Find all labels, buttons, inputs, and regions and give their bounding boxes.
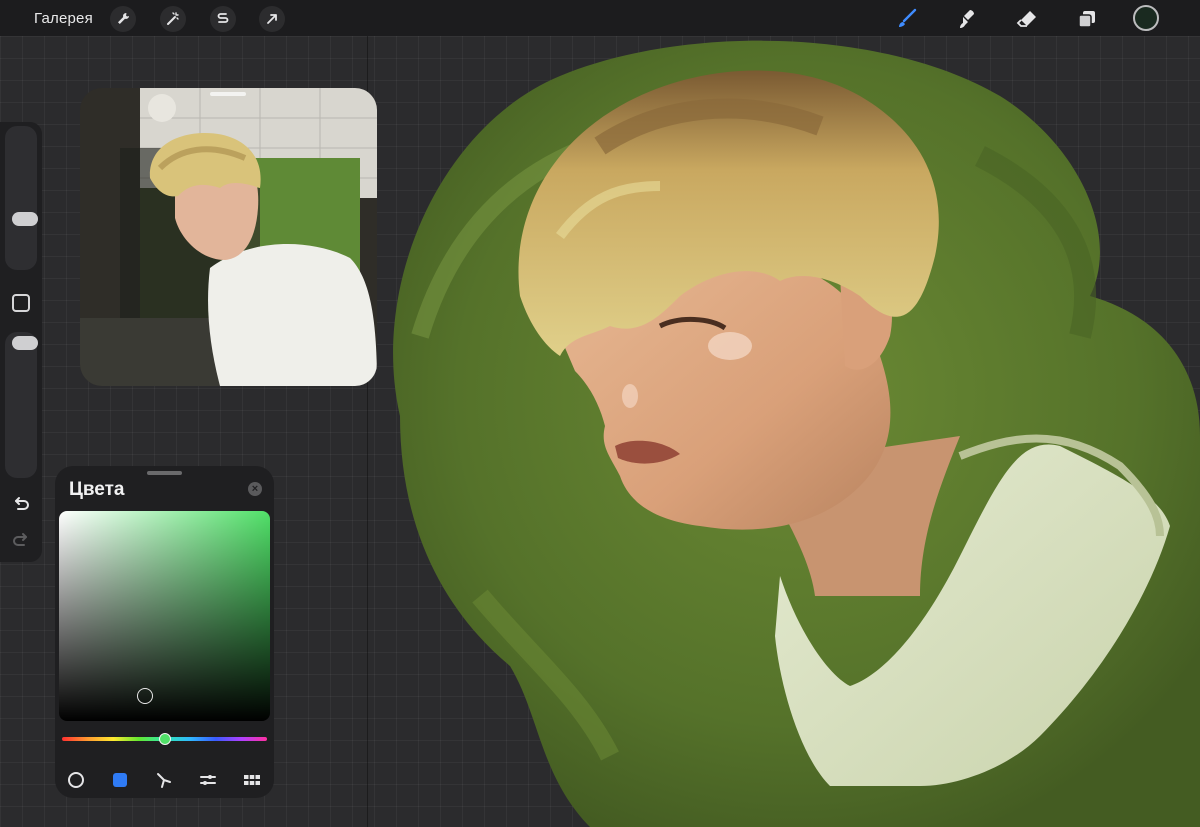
color-picker-handle[interactable] (137, 688, 153, 704)
value-mode-icon (200, 775, 216, 785)
redo-icon[interactable] (10, 530, 32, 552)
gallery-link[interactable]: Галерея (34, 10, 93, 27)
layers-button[interactable] (1072, 4, 1102, 34)
brush-opacity-thumb[interactable] (12, 336, 38, 350)
reference-drag-handle[interactable] (210, 92, 246, 96)
brush-size-thumb[interactable] (12, 212, 38, 226)
adjustments-button[interactable] (160, 6, 186, 32)
color-panel: Цвета × (55, 466, 274, 798)
saturation-value-picker[interactable] (59, 511, 270, 721)
value-mode-button[interactable] (197, 769, 219, 791)
selection-icon (217, 13, 229, 23)
selection-button[interactable] (210, 6, 236, 32)
transform-arrow-icon (267, 14, 277, 24)
brush-tool-button[interactable] (892, 4, 922, 34)
harmony-mode-icon (157, 773, 171, 788)
actions-button[interactable] (110, 6, 136, 32)
classic-mode-icon (113, 773, 127, 787)
left-sidebar (0, 122, 42, 562)
top-toolbar: Галерея (0, 0, 1200, 36)
smudge-tool-button[interactable] (952, 4, 982, 34)
transform-button[interactable] (259, 6, 285, 32)
eraser-icon (1016, 11, 1036, 27)
reference-image-window[interactable] (80, 88, 377, 386)
modify-square-icon[interactable] (12, 294, 30, 312)
artwork-painting (393, 40, 1200, 827)
reference-photo (80, 88, 377, 386)
active-color-swatch[interactable] (1133, 5, 1159, 31)
layers-icon (1078, 11, 1095, 28)
close-icon[interactable]: × (248, 482, 262, 496)
brush-icon (899, 8, 917, 27)
palettes-mode-button[interactable] (241, 769, 263, 791)
brush-size-slider[interactable] (5, 126, 38, 270)
undo-icon[interactable] (10, 494, 32, 516)
eraser-tool-button[interactable] (1012, 4, 1042, 34)
magic-wand-icon (167, 12, 179, 25)
wrench-icon (118, 13, 129, 24)
harmony-mode-button[interactable] (153, 769, 175, 791)
hue-slider-thumb[interactable] (159, 733, 171, 745)
panel-drag-handle[interactable] (147, 471, 182, 475)
palettes-mode-icon (244, 775, 260, 785)
brush-opacity-slider[interactable] (5, 332, 38, 478)
panel-title: Цвета (69, 479, 125, 500)
classic-mode-button[interactable] (109, 769, 131, 791)
disc-mode-button[interactable] (65, 769, 87, 791)
disc-mode-icon (68, 772, 84, 788)
smudge-icon (960, 10, 974, 28)
